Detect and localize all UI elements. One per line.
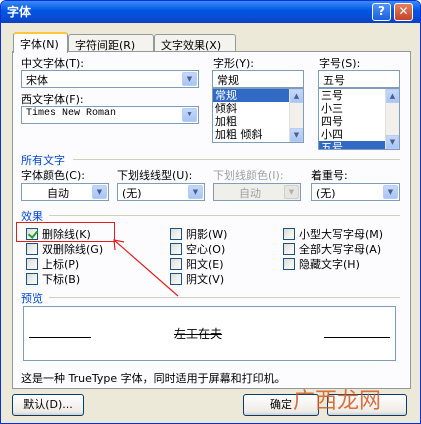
preview-section-label: 预览 — [21, 292, 43, 305]
dialog-title: 字体 — [7, 5, 32, 19]
emphasis-mark-combo[interactable]: (无) ▼ — [311, 183, 400, 201]
western-font-label: 西文字体(F): — [21, 93, 84, 106]
all-text-section-label: 所有文字 — [21, 154, 65, 167]
hidden-text-checkbox[interactable]: 隐藏文字(H) — [283, 256, 360, 272]
checkbox-label: 空心(O) — [186, 243, 226, 256]
font-color-value: 自动 — [47, 187, 69, 200]
default-button[interactable]: 默认(D)... — [12, 394, 84, 416]
chevron-down-icon: ▼ — [284, 185, 299, 199]
underline-color-value: 自动 — [239, 187, 261, 200]
underline-style-value: (无) — [122, 187, 142, 200]
underline-color-label: 下划线颜色(I): — [213, 169, 284, 182]
preview-box: 左工在夫 — [23, 306, 396, 361]
font-style-input[interactable]: 常规 — [212, 70, 304, 88]
emphasis-mark-value: (无) — [316, 187, 336, 200]
tab-font[interactable]: 字体(N) — [13, 32, 68, 53]
font-size-list[interactable]: 三号 小三 四号 小四 五号 ▲ ▼ — [318, 88, 400, 150]
help-button[interactable]: ? — [372, 3, 391, 21]
tab-character-spacing[interactable]: 字符间距(R) — [68, 34, 154, 52]
western-font-combo[interactable]: Times New Roman ▼ — [21, 106, 199, 124]
all-caps-checkbox[interactable]: 全部大写字母(A) — [283, 241, 381, 257]
small-caps-checkbox[interactable]: 小型大写字母(M) — [283, 226, 383, 242]
chevron-down-icon[interactable]: ▼ — [383, 185, 398, 199]
preview-sample-text: 左工在夫 — [174, 327, 223, 341]
section-divider — [49, 297, 400, 298]
chevron-down-icon[interactable]: ▼ — [92, 185, 107, 199]
font-color-combo[interactable]: 自动 ▼ — [21, 183, 109, 201]
checkbox-icon[interactable] — [26, 243, 38, 255]
underline-style-combo[interactable]: (无) ▼ — [117, 183, 205, 201]
font-style-label: 字形(Y): — [213, 57, 255, 70]
scroll-up-icon[interactable]: ▲ — [386, 89, 399, 103]
checkbox-label: 阴文(V) — [186, 273, 225, 286]
subscript-checkbox[interactable]: 下标(B) — [26, 271, 80, 287]
checkbox-label: 小型大写字母(M) — [299, 228, 384, 241]
scrollbar[interactable]: ▲ ▼ — [385, 89, 399, 149]
checkbox-label: 阳文(E) — [186, 258, 224, 271]
western-font-value: Times New Roman — [26, 108, 117, 119]
title-bar: 字体 — [1, 1, 420, 23]
checkbox-icon[interactable] — [26, 258, 38, 270]
double-strikethrough-checkbox[interactable]: 双删除线(G) — [26, 241, 103, 257]
scroll-down-icon[interactable]: ▼ — [386, 135, 399, 149]
watermark-text: 广西龙网 — [293, 389, 382, 414]
chinese-font-combo[interactable]: 宋体 ▼ — [21, 70, 199, 88]
close-button[interactable]: ✕ — [394, 3, 413, 21]
preview-baseline — [324, 337, 390, 338]
font-tab-panel: 中文字体(T): 宋体 ▼ 西文字体(F): Times New Roman ▼… — [12, 51, 411, 389]
highlight-annotation — [16, 222, 115, 242]
chinese-font-label: 中文字体(T): — [21, 57, 85, 70]
checkbox-label: 隐藏文字(H) — [299, 258, 360, 271]
checkbox-icon[interactable] — [283, 258, 295, 270]
checkbox-label: 阴影(W) — [186, 228, 228, 241]
font-size-input[interactable]: 五号 — [318, 70, 400, 88]
chinese-font-value: 宋体 — [26, 74, 48, 87]
scroll-up-icon[interactable]: ▲ — [290, 89, 303, 103]
preview-baseline — [29, 337, 91, 338]
chevron-down-icon[interactable]: ▼ — [188, 185, 203, 199]
checkbox-label: 全部大写字母(A) — [299, 243, 382, 256]
superscript-checkbox[interactable]: 上标(P) — [26, 256, 79, 272]
font-color-label: 字体颜色(C): — [21, 169, 85, 182]
section-divider — [73, 159, 400, 160]
checkbox-label: 上标(P) — [42, 258, 80, 271]
annotation-arrow-icon — [113, 239, 179, 297]
checkbox-label: 双删除线(G) — [42, 243, 104, 256]
checkbox-icon[interactable] — [283, 243, 295, 255]
checkbox-icon[interactable] — [26, 273, 38, 285]
chevron-down-icon[interactable]: ▼ — [182, 72, 197, 86]
font-dialog: 字体 ? ✕ 字体(N) 字符间距(R) 文字效果(X) 中文字体(T): 宋体… — [0, 0, 421, 424]
scroll-down-icon[interactable]: ▼ — [290, 128, 303, 142]
section-divider — [49, 215, 400, 216]
scrollbar[interactable]: ▲ ▼ — [289, 89, 303, 142]
checkbox-icon[interactable] — [283, 228, 295, 240]
font-note-text: 这是一种 TrueType 字体，同时适用于屏幕和打印机。 — [21, 372, 286, 385]
checkbox-label: 下标(B) — [42, 273, 81, 286]
font-size-label: 字号(S): — [319, 57, 361, 70]
underline-color-combo: 自动 ▼ — [213, 183, 301, 201]
underline-style-label: 下划线线型(U): — [117, 169, 193, 182]
tab-text-effects[interactable]: 文字效果(X) — [154, 34, 236, 52]
chevron-down-icon[interactable]: ▼ — [182, 108, 197, 122]
emphasis-mark-label: 着重号: — [311, 169, 348, 182]
font-style-list[interactable]: 常规 倾斜 加粗 加粗 倾斜 ▲ ▼ — [212, 88, 304, 143]
